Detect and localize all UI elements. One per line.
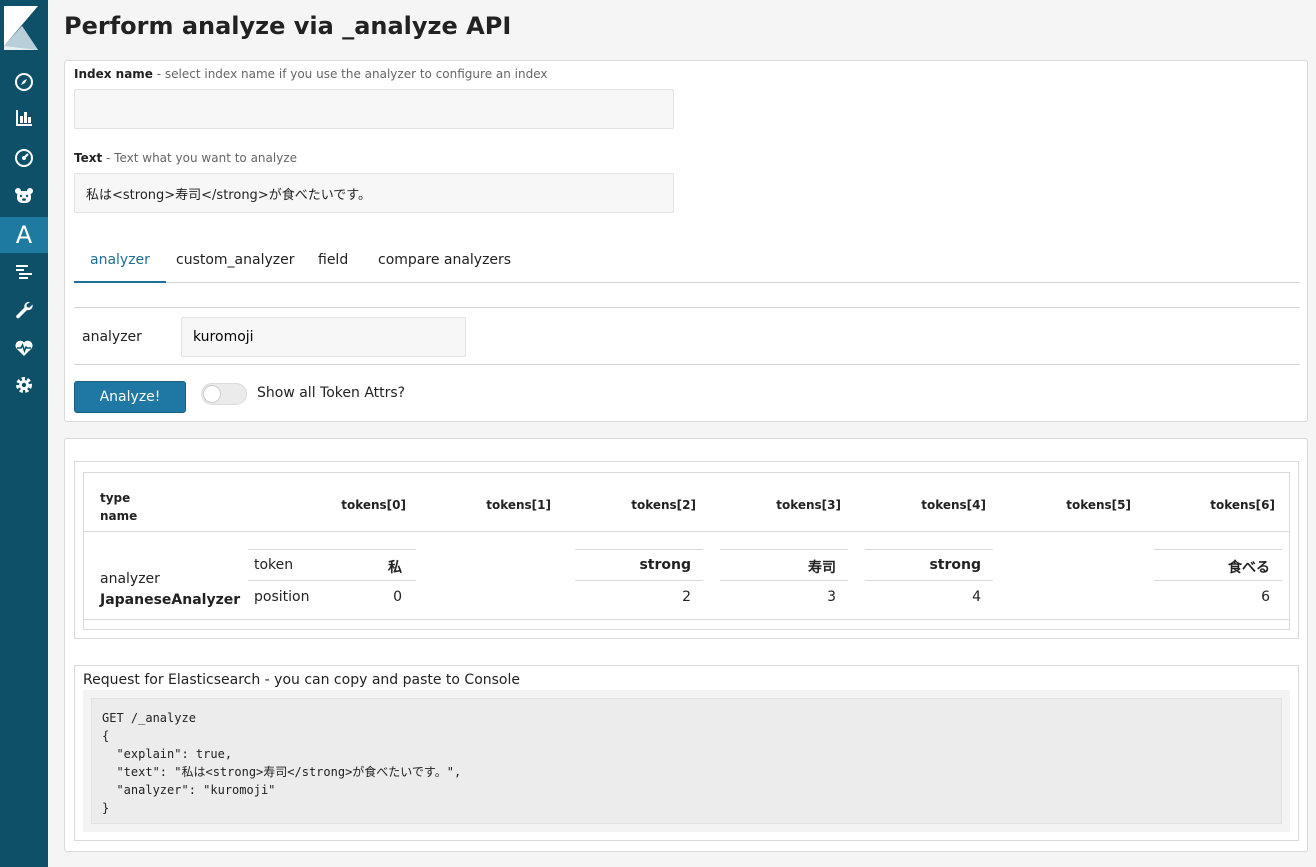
gauge-icon	[15, 149, 33, 167]
cell-border	[865, 580, 993, 581]
code-container: GET /_analyze { "explain": true, "text":…	[83, 690, 1290, 832]
cell-border	[1154, 580, 1282, 581]
compass-icon	[15, 73, 33, 91]
tab-compare-analyzers[interactable]: compare analyzers	[362, 239, 527, 283]
page-title: Perform analyze via _analyze API	[64, 12, 512, 40]
tab-analyzer[interactable]: analyzer	[74, 239, 166, 283]
cell-border	[1154, 549, 1282, 550]
token-header: tokens[1]	[486, 498, 551, 512]
index-name-hint: - select index name if you use the analy…	[152, 67, 548, 81]
footer-divider	[84, 619, 1289, 620]
row-type: analyzer	[100, 571, 160, 587]
nav-devtools[interactable]	[0, 292, 48, 328]
cell-border	[720, 580, 848, 581]
cell-border	[575, 580, 703, 581]
nav-discover[interactable]	[0, 64, 48, 100]
index-name-label-text: Index name	[74, 67, 153, 81]
type-header: type	[100, 491, 131, 505]
request-code[interactable]: GET /_analyze { "explain": true, "text":…	[91, 698, 1282, 824]
results-table-wrapper: type name tokens[0] tokens[1] tokens[2] …	[74, 461, 1299, 639]
token-header: tokens[2]	[631, 498, 696, 512]
divider	[74, 307, 1300, 308]
position-cell: 0	[393, 589, 402, 605]
tab-custom-analyzer[interactable]: custom_analyzer	[160, 239, 310, 283]
nav-timelion[interactable]	[0, 178, 48, 214]
token-header: tokens[0]	[341, 498, 406, 512]
toggle-knob	[203, 385, 221, 403]
cell-border	[248, 580, 416, 581]
header-divider	[84, 531, 1289, 532]
index-name-label: Index name - select index name if you us…	[74, 67, 548, 81]
gear-icon	[16, 377, 32, 393]
text-label-text: Text	[74, 151, 103, 165]
nav-monitoring[interactable]	[0, 330, 48, 366]
show-token-attrs-toggle[interactable]	[201, 383, 247, 405]
token-cell: strong	[929, 557, 981, 573]
text-hint: - Text what you want to analyze	[102, 151, 298, 165]
position-cell: 2	[682, 589, 691, 605]
sidebar: A	[0, 0, 48, 867]
index-name-input[interactable]	[74, 89, 674, 129]
text-label: Text - Text what you want to analyze	[74, 151, 297, 165]
request-box: Request for Elasticsearch - you can copy…	[74, 665, 1299, 841]
cell-border	[720, 549, 848, 550]
token-cell: 食べる	[1228, 560, 1270, 576]
nav-apm[interactable]	[0, 254, 48, 290]
token-cell: strong	[639, 557, 691, 573]
type-name-header: type name	[100, 489, 137, 525]
nav-management[interactable]	[0, 367, 48, 403]
text-input[interactable]	[74, 173, 674, 213]
position-cell: 4	[972, 589, 981, 605]
wrench-icon	[16, 301, 33, 319]
analyzer-a-icon: A	[15, 221, 33, 249]
cell-border	[248, 549, 416, 550]
heartbeat-icon	[15, 340, 33, 356]
nav-analyze-ui[interactable]: A	[0, 217, 48, 253]
divider	[74, 364, 1300, 365]
list-icon	[16, 265, 32, 279]
bar-chart-icon	[16, 110, 32, 126]
analyze-button[interactable]: Analyze!	[74, 381, 186, 413]
analyzer-input[interactable]	[181, 317, 466, 357]
name-header: name	[100, 509, 138, 523]
token-cell: 寿司	[808, 560, 836, 576]
token-header: tokens[3]	[776, 498, 841, 512]
token-header: tokens[4]	[921, 498, 986, 512]
tab-field[interactable]: field	[302, 239, 364, 283]
results-table: type name tokens[0] tokens[1] tokens[2] …	[83, 472, 1290, 630]
token-header: tokens[6]	[1210, 498, 1275, 512]
analyzer-field-label: analyzer	[82, 329, 142, 345]
cell-border	[575, 549, 703, 550]
bear-icon	[15, 188, 33, 203]
request-title: Request for Elasticsearch - you can copy…	[83, 672, 521, 688]
nav-dashboard[interactable]	[0, 140, 48, 176]
attr-token-label: token	[254, 557, 294, 573]
kibana-logo-icon[interactable]	[4, 6, 40, 50]
show-token-attrs-label: Show all Token Attrs?	[257, 385, 406, 401]
analyze-form-panel: Index name - select index name if you us…	[64, 60, 1308, 422]
nav-visualize[interactable]	[0, 100, 48, 136]
token-header: tokens[5]	[1066, 498, 1131, 512]
position-cell: 6	[1261, 589, 1270, 605]
token-cell: 私	[388, 560, 402, 576]
cell-border	[865, 549, 993, 550]
analyzer-tabs: analyzer custom_analyzer field compare a…	[74, 239, 1300, 283]
attr-position-label: position	[254, 589, 310, 605]
results-panel: type name tokens[0] tokens[1] tokens[2] …	[64, 438, 1308, 852]
position-cell: 3	[827, 589, 836, 605]
row-analyzer-name: JapaneseAnalyzer	[100, 592, 241, 608]
